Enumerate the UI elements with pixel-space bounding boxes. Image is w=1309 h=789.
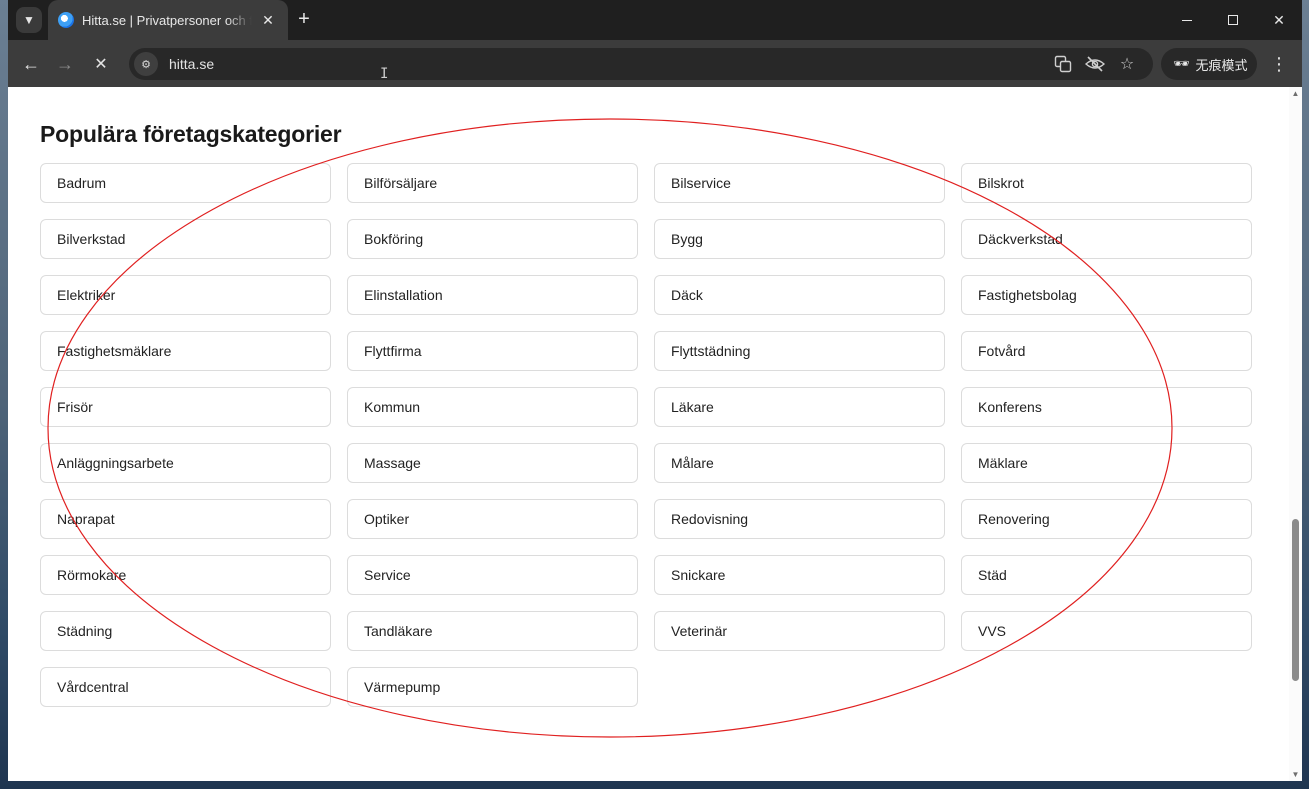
category-button[interactable]: Naprapat [40, 499, 331, 539]
hitta-favicon-icon [58, 12, 74, 28]
category-button[interactable]: Bilförsäljare [347, 163, 638, 203]
page-content: Populära företagskategorier Badrum Bilför… [8, 87, 1302, 781]
category-button[interactable]: Värmepump [347, 667, 638, 707]
category-button[interactable]: Bygg [654, 219, 945, 259]
vertical-scrollbar[interactable]: ▲ ▼ [1289, 87, 1302, 781]
category-button[interactable]: Redovisning [654, 499, 945, 539]
category-button[interactable]: Vårdcentral [40, 667, 331, 707]
tab-search-button[interactable]: ▼ [16, 7, 42, 33]
category-button[interactable]: Städ [961, 555, 1252, 595]
arrow-right-icon: → [56, 53, 74, 74]
incognito-label: 无痕模式 [1195, 57, 1248, 73]
page-title: Populära företagskategorier [40, 121, 342, 147]
category-button[interactable]: VVS [961, 611, 1252, 651]
tab-title: Hitta.se | Privatpersoner och företag [82, 12, 252, 28]
category-button[interactable]: Städning [40, 611, 331, 651]
back-button[interactable]: ← [18, 51, 44, 77]
eye-off-glyph [1085, 56, 1105, 72]
category-button[interactable]: Massage [347, 443, 638, 483]
stop-icon: ✕ [94, 56, 108, 73]
category-button[interactable]: Service [347, 555, 638, 595]
category-button[interactable]: Fastighetsbolag [961, 275, 1252, 315]
chevron-down-icon: ▼ [23, 13, 35, 27]
category-grid: Badrum Bilförsäljare Bilservice Bilskrot Bil… [40, 163, 1254, 707]
incognito-button[interactable]: 🕶 无痕模式 [1161, 48, 1257, 80]
category-button[interactable]: Konferens [961, 387, 1252, 427]
incognito-icon: 🕶 [1173, 56, 1190, 71]
scroll-thumb[interactable] [1292, 519, 1299, 681]
tune-icon: ⚙ [141, 58, 151, 71]
more-vertical-icon: ⋮ [1270, 53, 1288, 74]
category-button[interactable]: Rörmokare [40, 555, 331, 595]
category-button[interactable]: Bokföring [347, 219, 638, 259]
category-button[interactable]: Elinstallation [347, 275, 638, 315]
category-button[interactable]: Flyttfirma [347, 331, 638, 371]
eye-off-icon[interactable] [1084, 53, 1106, 75]
title-bar: ▼ Hitta.se | Privatpersoner och företag … [8, 0, 1302, 40]
active-tab[interactable]: Hitta.se | Privatpersoner och företag ✕ [48, 0, 288, 40]
maximize-icon [1228, 15, 1238, 25]
browser-toolbar: ← → ✕ ⚙ hitta.se ☆ 🕶 无痕模式 ⋮ [8, 40, 1302, 87]
url-text[interactable]: hitta.se [169, 56, 214, 72]
close-window-button[interactable]: ✕ [1256, 0, 1302, 40]
address-bar[interactable]: ⚙ hitta.se ☆ [129, 48, 1153, 80]
category-button[interactable]: Snickare [654, 555, 945, 595]
scroll-up-icon[interactable]: ▲ [1291, 89, 1300, 98]
category-button[interactable]: Renovering [961, 499, 1252, 539]
category-button[interactable]: Mäklare [961, 443, 1252, 483]
category-button[interactable]: Elektriker [40, 275, 331, 315]
bookmark-star-icon[interactable]: ☆ [1116, 53, 1138, 75]
category-button[interactable]: Kommun [347, 387, 638, 427]
category-button[interactable]: Anläggningsarbete [40, 443, 331, 483]
scroll-down-icon[interactable]: ▼ [1291, 770, 1300, 779]
translate-glyph [1054, 55, 1072, 73]
category-button[interactable]: Frisör [40, 387, 331, 427]
text-cursor-icon: I [380, 66, 389, 82]
category-button[interactable]: Flyttstädning [654, 331, 945, 371]
category-button[interactable]: Däckverkstad [961, 219, 1252, 259]
minimize-icon [1182, 19, 1192, 21]
forward-button[interactable]: → [52, 51, 78, 77]
translate-icon[interactable] [1052, 53, 1074, 75]
category-button[interactable]: Bilverkstad [40, 219, 331, 259]
tab-close-icon[interactable]: ✕ [260, 12, 276, 29]
site-info-button[interactable]: ⚙ [134, 52, 158, 76]
category-button[interactable]: Tandläkare [347, 611, 638, 651]
category-button[interactable]: Veterinär [654, 611, 945, 651]
arrow-left-icon: ← [22, 53, 40, 74]
category-button[interactable]: Däck [654, 275, 945, 315]
stop-loading-button[interactable]: ✕ [88, 51, 114, 77]
category-button[interactable]: Optiker [347, 499, 638, 539]
category-button[interactable]: Fotvård [961, 331, 1252, 371]
category-button[interactable]: Bilskrot [961, 163, 1252, 203]
category-button[interactable]: Målare [654, 443, 945, 483]
category-button[interactable]: Badrum [40, 163, 331, 203]
browser-window: ▼ Hitta.se | Privatpersoner och företag … [8, 0, 1302, 781]
category-button[interactable]: Läkare [654, 387, 945, 427]
new-tab-button[interactable]: + [293, 9, 315, 31]
maximize-button[interactable] [1210, 0, 1256, 40]
close-icon: ✕ [1273, 11, 1285, 28]
minimize-button[interactable] [1164, 0, 1210, 40]
category-button[interactable]: Bilservice [654, 163, 945, 203]
browser-menu-button[interactable]: ⋮ [1268, 51, 1290, 77]
category-button[interactable]: Fastighetsmäklare [40, 331, 331, 371]
